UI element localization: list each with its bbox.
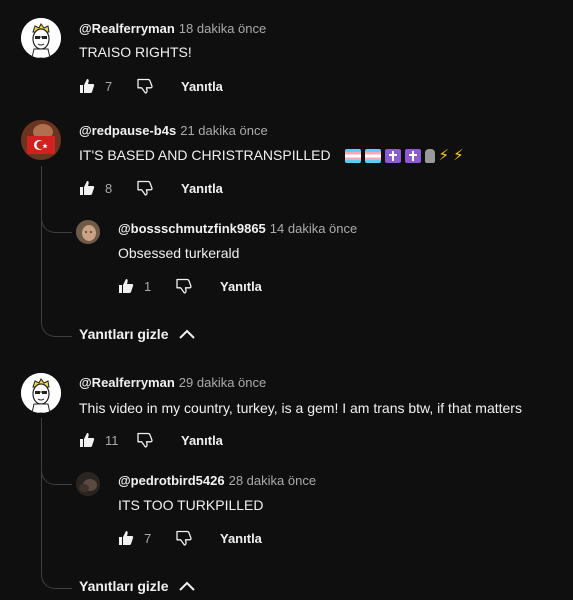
transgender-flag-icon <box>364 149 381 164</box>
thumbs-down-icon <box>137 78 153 94</box>
like-count: 7 <box>144 530 152 546</box>
comment-actions: 7 Yanıtla <box>75 74 223 98</box>
lightning-icon: ⚡ <box>438 147 450 165</box>
comment-time[interactable]: 18 dakika önce <box>179 21 266 36</box>
comment-time[interactable]: 21 dakika önce <box>180 123 267 138</box>
comment-author[interactable]: @redpause-b4s <box>79 123 176 138</box>
like-button[interactable] <box>114 274 138 298</box>
dislike-button[interactable] <box>133 74 157 98</box>
turkey-flag-avatar-icon <box>21 120 61 160</box>
chevron-up-icon <box>179 581 196 591</box>
hide-replies-button[interactable]: Yanıtları gizle <box>79 578 196 594</box>
hide-replies-label: Yanıtları gizle <box>79 326 169 342</box>
comment-author[interactable]: @Realferryman <box>79 375 175 390</box>
reply-author[interactable]: @pedrotbird5426 <box>118 473 225 488</box>
lightning-icon: ⚡ <box>453 147 464 165</box>
dislike-button[interactable] <box>172 274 196 298</box>
avatar[interactable] <box>21 18 61 58</box>
transgender-flag-icon <box>344 149 361 164</box>
thumbs-up-icon <box>80 79 95 93</box>
avatar[interactable] <box>76 472 100 496</box>
like-count: 1 <box>144 278 152 294</box>
comment-header: @Realferryman 18 dakika önce <box>79 21 266 36</box>
thumbs-up-icon <box>80 181 95 195</box>
comment-header: @Realferryman 29 dakika önce <box>79 375 266 390</box>
thumbs-down-icon <box>176 530 192 546</box>
like-button[interactable] <box>75 176 99 200</box>
reply-button[interactable]: Yanıtla <box>181 433 223 448</box>
photo-avatar-icon <box>76 472 100 496</box>
thumbs-up-icon <box>119 531 134 545</box>
reply-button[interactable]: Yanıtla <box>181 79 223 94</box>
thread-line <box>41 166 42 298</box>
face-avatar-icon <box>76 220 100 244</box>
like-button[interactable] <box>114 526 138 550</box>
comment-header: @redpause-b4s 21 dakika önce <box>79 123 268 138</box>
like-count: 8 <box>105 180 113 196</box>
dislike-button[interactable] <box>133 176 157 200</box>
reply-button[interactable]: Yanıtla <box>220 531 262 546</box>
avatar[interactable] <box>76 220 100 244</box>
reply-header: @bossschmutzfink9865 14 dakika önce <box>118 221 357 236</box>
reply-button[interactable]: Yanıtla <box>220 279 262 294</box>
like-count: 11 <box>105 432 119 448</box>
thread-connector <box>41 200 72 233</box>
hide-replies-label: Yanıtları gizle <box>79 578 169 594</box>
comment-author[interactable]: @Realferryman <box>79 21 175 36</box>
thread-connector <box>41 296 72 337</box>
comment-actions: 8 Yanıtla <box>75 176 223 200</box>
thread-connector <box>41 452 72 485</box>
reply-time[interactable]: 14 dakika önce <box>270 221 357 236</box>
thumbs-up-icon <box>119 279 134 293</box>
reply-time[interactable]: 28 dakika önce <box>229 473 316 488</box>
like-button[interactable] <box>75 428 99 452</box>
comment-text: This video in my country, turkey, is a g… <box>79 400 522 416</box>
reply-text: ITS TOO TURKPILLED <box>118 497 264 513</box>
avatar[interactable] <box>21 373 61 413</box>
wojak-avatar-icon <box>21 373 61 413</box>
thread-connector <box>41 546 72 589</box>
reply-actions: 7 Yanıtla <box>114 526 262 550</box>
reply-header: @pedrotbird5426 28 dakika önce <box>118 473 316 488</box>
thumbs-up-icon <box>80 433 95 447</box>
comment-text-content: IT'S BASED AND CHRISTRANSPILLED <box>79 147 331 163</box>
avatar[interactable] <box>21 120 61 160</box>
moai-icon <box>424 149 435 164</box>
reply-button[interactable]: Yanıtla <box>181 181 223 196</box>
thumbs-down-icon <box>176 278 192 294</box>
hide-replies-button[interactable]: Yanıtları gizle <box>79 326 196 342</box>
thumbs-down-icon <box>137 432 153 448</box>
dislike-button[interactable] <box>172 526 196 550</box>
like-button[interactable] <box>75 74 99 98</box>
comment-actions: 11 Yanıtla <box>75 428 223 452</box>
comment-text: IT'S BASED AND CHRISTRANSPILLED ⚡ ⚡ <box>79 147 464 165</box>
emoji-row: ⚡ ⚡ <box>344 147 464 165</box>
thumbs-down-icon <box>137 180 153 196</box>
reply-author[interactable]: @bossschmutzfink9865 <box>118 221 266 236</box>
comment-text: TRAISO RIGHTS! <box>79 44 192 60</box>
chevron-up-icon <box>179 329 196 339</box>
latin-cross-icon <box>384 149 401 164</box>
comment-time[interactable]: 29 dakika önce <box>179 375 266 390</box>
latin-cross-icon <box>404 149 421 164</box>
reply-actions: 1 Yanıtla <box>114 274 262 298</box>
dislike-button[interactable] <box>133 428 157 452</box>
thread-line <box>41 418 42 548</box>
like-count: 7 <box>105 78 113 94</box>
wojak-avatar-icon <box>21 18 61 58</box>
reply-text: Obsessed turkerald <box>118 245 240 261</box>
